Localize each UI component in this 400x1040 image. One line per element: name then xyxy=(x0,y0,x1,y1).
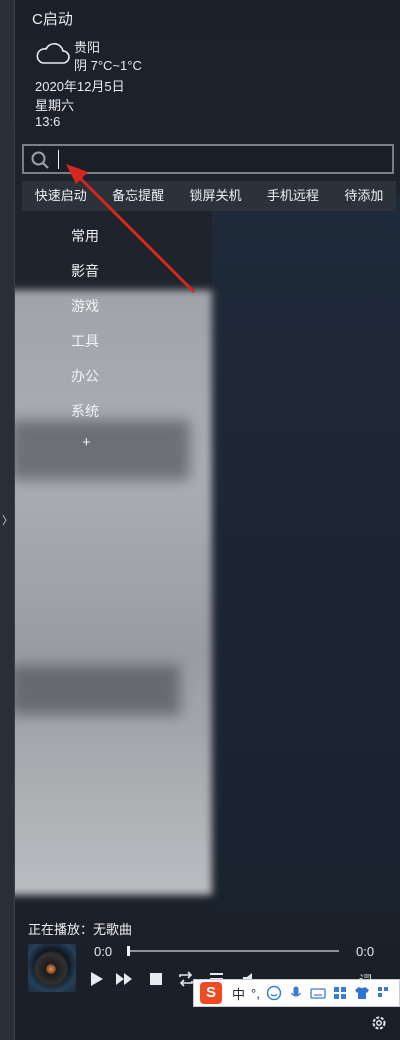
category-system[interactable]: 系统 xyxy=(71,401,99,421)
background-blur-text-2 xyxy=(10,665,180,715)
stop-icon[interactable] xyxy=(146,969,166,989)
background-window-right xyxy=(212,195,400,915)
tab-memo-reminder[interactable]: 备忘提醒 xyxy=(99,181,176,211)
elapsed-time: 0:0 xyxy=(94,944,113,959)
more-grid-icon[interactable] xyxy=(376,985,392,1001)
background-blur-text-1 xyxy=(10,420,190,480)
keyboard-icon[interactable] xyxy=(310,985,326,1001)
ime-punctuation[interactable]: °, xyxy=(251,986,260,1001)
grid-icon[interactable] xyxy=(332,985,348,1001)
weather-condition: 阴 7°C~1°C xyxy=(74,58,142,73)
app-window: 〉 C启动 贵阳 阴 7°C~1°C 2020年12月5日 星期六 13:6 快… xyxy=(0,0,400,1040)
cloud-icon xyxy=(36,43,70,64)
next-icon[interactable] xyxy=(114,969,134,989)
play-icon[interactable] xyxy=(86,969,106,989)
tab-to-add[interactable]: 待添加 xyxy=(332,181,396,211)
weekday-text: 星期六 xyxy=(35,98,75,113)
tab-quick-launch[interactable]: 快速启动 xyxy=(22,181,99,211)
album-art xyxy=(28,944,76,992)
tab-phone-remote[interactable]: 手机远程 xyxy=(254,181,331,211)
chevron-right-icon[interactable]: 〉 xyxy=(2,512,13,528)
gear-icon[interactable] xyxy=(370,1014,388,1032)
total-time: 0:0 xyxy=(356,944,375,959)
microphone-icon[interactable] xyxy=(288,985,304,1001)
search-icon xyxy=(31,151,49,169)
add-category-button[interactable]: + xyxy=(82,434,91,451)
category-games[interactable]: 游戏 xyxy=(71,296,99,316)
weather-city: 贵阳 xyxy=(74,40,101,55)
now-playing-label: 正在播放：无歌曲 xyxy=(28,922,133,937)
tab-bar: 快速启动 备忘提醒 锁屏关机 手机远程 待添加 xyxy=(22,181,396,211)
disc-icon xyxy=(34,952,68,986)
emoji-icon[interactable] xyxy=(266,985,282,1001)
ime-mode-chinese[interactable]: 中 xyxy=(232,984,245,1003)
text-caret xyxy=(58,150,59,169)
category-media[interactable]: 影音 xyxy=(71,261,99,281)
sogou-logo-icon[interactable]: S xyxy=(200,982,222,1004)
shirt-icon[interactable] xyxy=(354,985,370,1001)
progress-bar[interactable] xyxy=(127,946,339,956)
date-text: 2020年12月5日 xyxy=(35,79,125,94)
category-common[interactable]: 常用 xyxy=(71,226,99,246)
category-tools[interactable]: 工具 xyxy=(71,331,99,351)
ime-toolbar: S 中 °, xyxy=(193,979,400,1007)
tab-lock-shutdown[interactable]: 锁屏关机 xyxy=(177,181,254,211)
search-input[interactable] xyxy=(22,144,394,174)
background-window-blur xyxy=(0,290,212,895)
collapse-strip[interactable]: 〉 xyxy=(0,0,15,1040)
progress-knob[interactable] xyxy=(127,946,130,956)
app-title: C启动 xyxy=(32,11,73,28)
time-text: 13:6 xyxy=(35,114,61,129)
category-office[interactable]: 办公 xyxy=(71,366,99,386)
